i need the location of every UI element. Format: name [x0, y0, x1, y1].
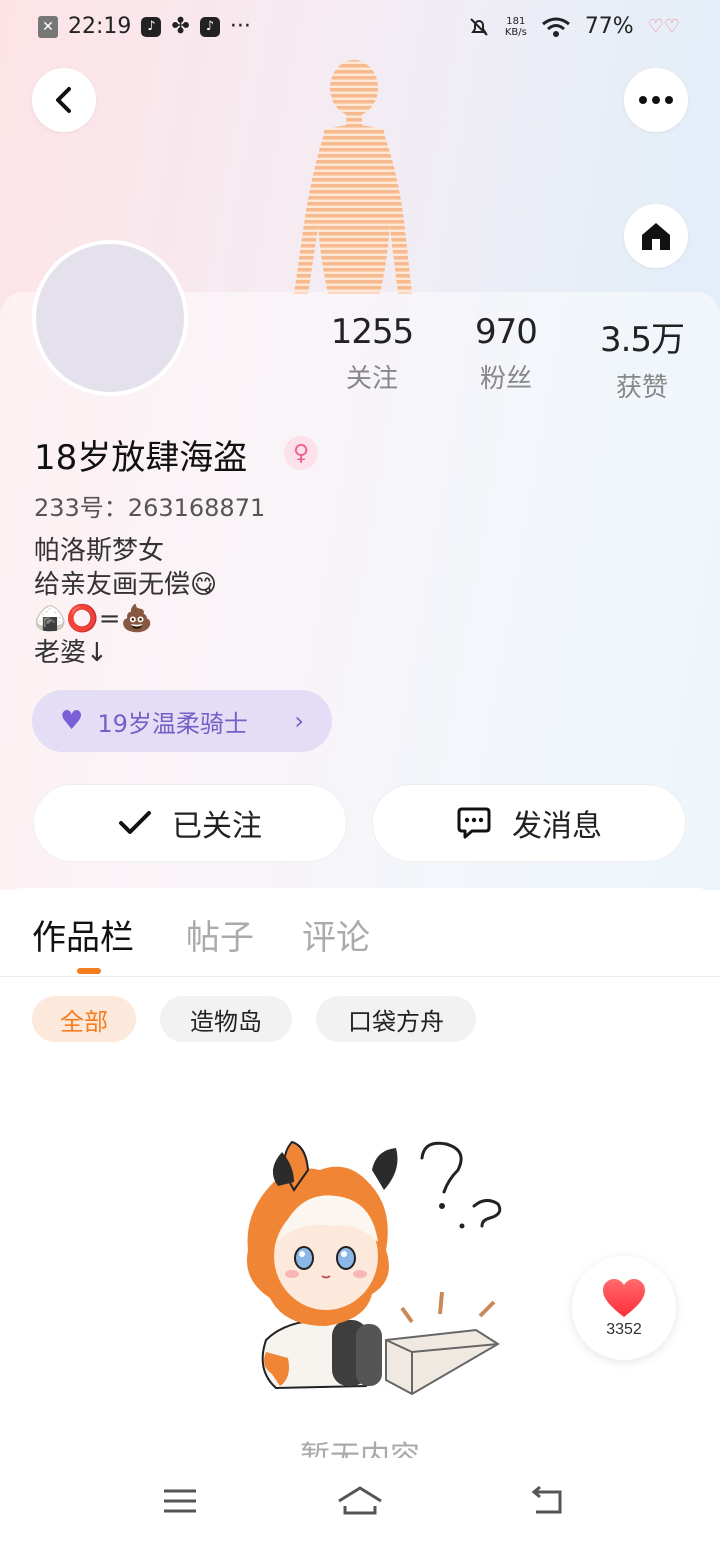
stat-following[interactable]: 1255 关注	[312, 312, 432, 395]
following-count: 1255	[330, 312, 415, 352]
back-button[interactable]	[32, 68, 96, 132]
tiktok-icon: ♪	[199, 16, 220, 37]
filter-chip-creation-island[interactable]: 造物岛	[160, 996, 292, 1042]
empty-state-text: 暂无内容	[300, 1440, 420, 1460]
menu-icon	[164, 1489, 196, 1513]
tabs-divider	[0, 976, 720, 977]
stat-likes[interactable]: 3.5万 获赞	[582, 312, 702, 404]
tab-comments[interactable]: 评论	[302, 910, 370, 959]
wifi-icon	[541, 17, 570, 37]
bio-line: 老婆↓	[34, 638, 108, 668]
recent-apps-button[interactable]	[150, 1476, 210, 1526]
home-button[interactable]	[624, 204, 688, 268]
likes-label: 获赞	[615, 373, 668, 403]
tab-posts[interactable]: 帖子	[186, 910, 254, 959]
more-notifications-icon: ···	[229, 14, 251, 39]
status-time: 22:19	[68, 14, 132, 39]
message-button[interactable]: 发消息	[372, 784, 686, 862]
floating-like-button[interactable]: 3352	[572, 1256, 676, 1360]
chat-bubble-icon	[457, 807, 491, 839]
followers-count: 970	[475, 312, 538, 352]
avatar[interactable]	[32, 240, 188, 396]
following-label: 关注	[345, 364, 398, 394]
active-tab-indicator	[77, 968, 101, 974]
home-nav-button[interactable]	[330, 1476, 390, 1526]
followers-label: 粉丝	[479, 364, 532, 394]
home-icon	[642, 223, 670, 250]
linked-profile-badge[interactable]: ♥ 19岁温柔骑士 ›	[32, 690, 332, 752]
filter-chip-pocket-ark[interactable]: 口袋方舟	[316, 996, 476, 1042]
empty-state-illustration	[246, 1140, 502, 1396]
home-outline-icon	[338, 1486, 382, 1515]
network-speed: 181 KB/s	[505, 16, 527, 38]
battery-icon: ♡♡	[647, 16, 680, 37]
gender-female-icon: ♀	[284, 436, 318, 470]
user-id[interactable]: 233号：263168871	[34, 488, 265, 523]
heart-icon	[603, 1279, 645, 1317]
battery-level: 77%	[584, 14, 634, 39]
bio: 帕洛斯梦女 给亲友画无偿😋 🍙⭕=💩 老婆↓	[34, 534, 217, 670]
tiktok-icon: ♪	[141, 16, 162, 37]
more-dots-icon	[639, 96, 673, 104]
pinwheel-icon: ✤	[171, 14, 190, 39]
character-model-silhouette	[294, 60, 412, 294]
linked-profile-name: 19岁温柔骑士	[97, 709, 248, 738]
bio-line: 🍙⭕=💩	[34, 604, 153, 634]
like-count: 3352	[606, 1321, 642, 1338]
system-navigation-bar	[0, 1458, 720, 1544]
following-button[interactable]: 已关注	[33, 784, 347, 862]
speed-value: 181	[506, 15, 526, 27]
message-button-label: 发消息	[512, 809, 602, 844]
back-nav-button[interactable]	[518, 1476, 578, 1526]
tab-works[interactable]: 作品栏	[32, 910, 134, 959]
following-button-label: 已关注	[172, 809, 262, 844]
status-bar: ✕ 22:19 ♪ ✤ ♪ ··· 181 KB/s 77% ♡♡	[0, 0, 720, 56]
notification-close-icon: ✕	[38, 15, 58, 38]
check-icon	[119, 811, 151, 834]
heart-icon: ♥	[60, 706, 84, 736]
speed-unit: KB/s	[504, 26, 527, 38]
chevron-right-icon: ›	[294, 707, 304, 735]
bio-line: 帕洛斯梦女	[34, 536, 165, 566]
username: 18岁放肆海盗	[34, 438, 248, 478]
back-arrow-icon	[531, 1486, 562, 1514]
chevron-left-icon	[56, 87, 71, 113]
stat-followers[interactable]: 970 粉丝	[446, 312, 566, 395]
bio-line: 给亲友画无偿😋	[34, 570, 218, 600]
likes-count: 3.5万	[599, 320, 685, 360]
more-options-button[interactable]	[624, 68, 688, 132]
bell-muted-icon	[470, 17, 488, 36]
filter-chip-all[interactable]: 全部	[32, 996, 136, 1042]
